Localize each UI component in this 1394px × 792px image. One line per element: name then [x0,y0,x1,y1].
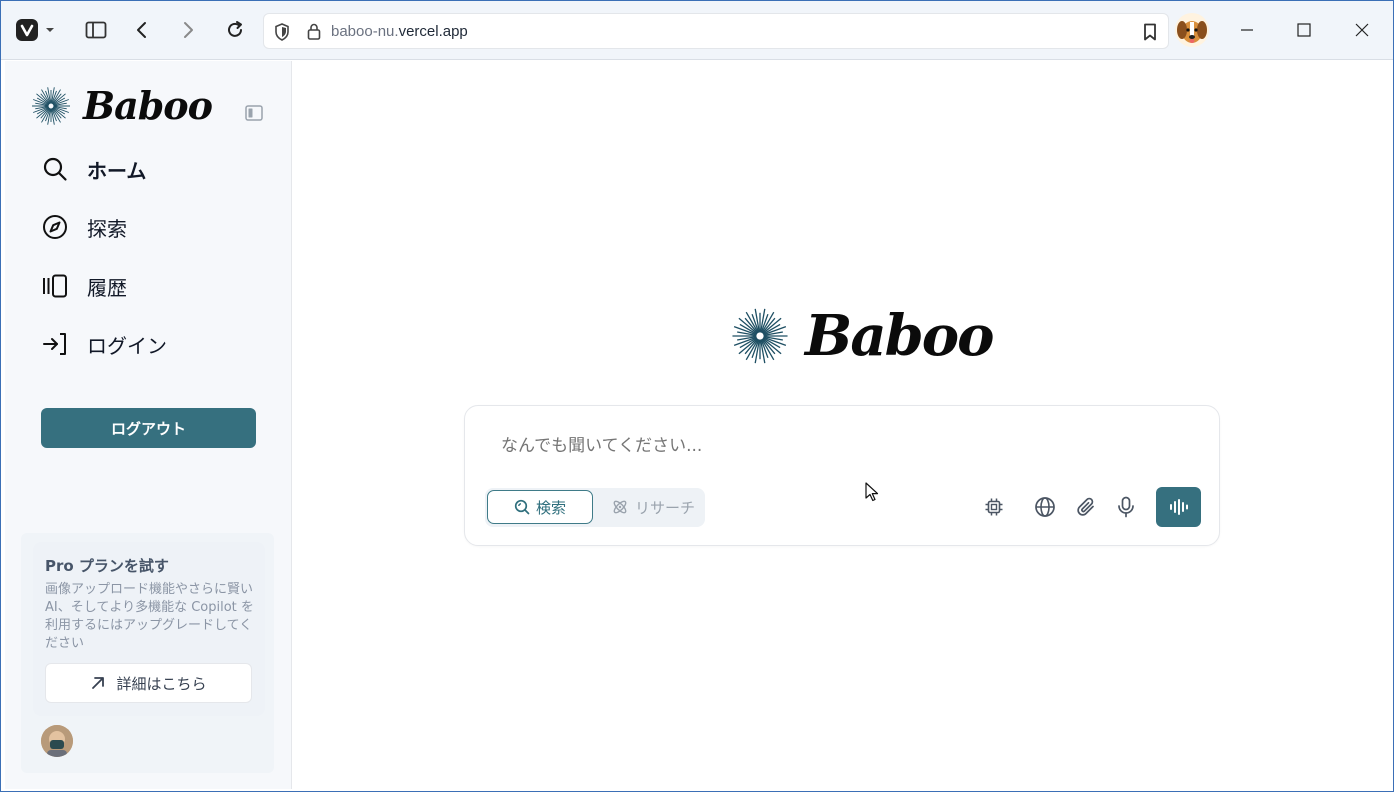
attach-button[interactable] [1073,494,1099,520]
chat-composer: 検索 リサーチ [464,405,1220,546]
browser-window: baboo-nu.vercel.app Baboo ホーム 探索 履歴 ログイン… [0,0,1394,792]
voice-mode-button[interactable] [1156,487,1201,527]
voice-input-button[interactable] [1113,494,1139,520]
web-source-button[interactable] [1032,494,1058,520]
search-icon [41,155,69,183]
sidebar-item-history[interactable]: 履歴 [41,270,127,302]
learn-more-button[interactable]: 詳細はこちら [45,663,252,703]
model-chip-button[interactable] [981,494,1007,520]
atom-icon [613,500,627,514]
starburst-logo-icon [32,86,70,125]
sidebar-item-home[interactable]: ホーム [41,153,146,185]
mouse-cursor-icon [865,482,879,502]
arrow-up-right-icon [92,677,105,689]
reload-icon[interactable] [220,15,250,45]
main-brand-name: Baboo [805,303,994,369]
mode-research-label: リサーチ [634,498,695,517]
logout-button[interactable]: ログアウト [41,408,256,448]
sidebar-item-label: 履歴 [87,275,127,300]
sidebar-item-label: 探索 [87,216,127,241]
user-avatar[interactable] [41,725,73,757]
cpu-chip-icon [985,498,1003,516]
address-bar[interactable]: baboo-nu.vercel.app [263,13,1169,49]
forward-icon[interactable] [173,15,203,45]
paperclip-icon [1077,497,1094,516]
maximize-icon[interactable] [1289,15,1319,45]
sidebar: Baboo ホーム 探索 履歴 ログイン ログアウト Pro プランを試す 画像… [5,61,292,789]
panel-toggle-icon[interactable] [81,15,111,45]
sidebar-item-explore[interactable]: 探索 [41,211,127,243]
vivaldi-logo-icon [16,19,54,41]
mode-search-button[interactable]: 検索 [487,490,593,524]
browser-toolbar: baboo-nu.vercel.app [1,1,1393,60]
sidebar-item-login[interactable]: ログイン [41,328,167,360]
mode-toggle-group: 検索 リサーチ [485,488,705,527]
back-icon[interactable] [127,15,157,45]
search-zoom-icon [514,499,530,515]
minimize-icon[interactable] [1232,15,1262,45]
learn-more-label: 詳細はこちら [116,674,207,693]
sidebar-collapse-icon[interactable] [245,105,263,121]
bookmark-icon[interactable] [1143,23,1157,41]
close-icon[interactable] [1347,15,1377,45]
compass-icon [41,213,69,241]
shield-icon[interactable] [274,23,290,41]
sidebar-logo[interactable]: Baboo [31,83,213,128]
url-subdomain: baboo-nu. [331,23,399,40]
url-domain: vercel.app [398,23,468,40]
audio-waveform-icon [1169,499,1188,515]
mode-search-label: 検索 [535,498,566,517]
main-logo: Baboo [731,303,994,369]
pro-plan-description: 画像アップロード機能やさらに賢い AI、そしてより多機能な Copilot を利… [45,582,254,651]
lock-icon[interactable] [307,23,321,40]
mode-research-button[interactable]: リサーチ [603,490,703,524]
url-text[interactable]: baboo-nu.vercel.app [331,23,468,40]
user-photo-icon [41,725,73,757]
brand-name: Baboo [83,83,213,128]
globe-icon [1035,497,1055,517]
sidebar-item-label: ログイン [87,333,167,358]
dog-avatar-icon [1177,21,1207,43]
microphone-icon [1118,496,1134,518]
login-icon [41,330,69,358]
profile-avatar[interactable] [1175,13,1209,47]
history-icon [41,272,69,300]
sidebar-item-label: ホーム [87,158,147,183]
vivaldi-menu-button[interactable] [13,15,57,45]
starburst-logo-icon [732,308,788,364]
prompt-input[interactable] [501,436,1101,456]
pro-plan-title: Pro プランを試す [45,557,169,575]
